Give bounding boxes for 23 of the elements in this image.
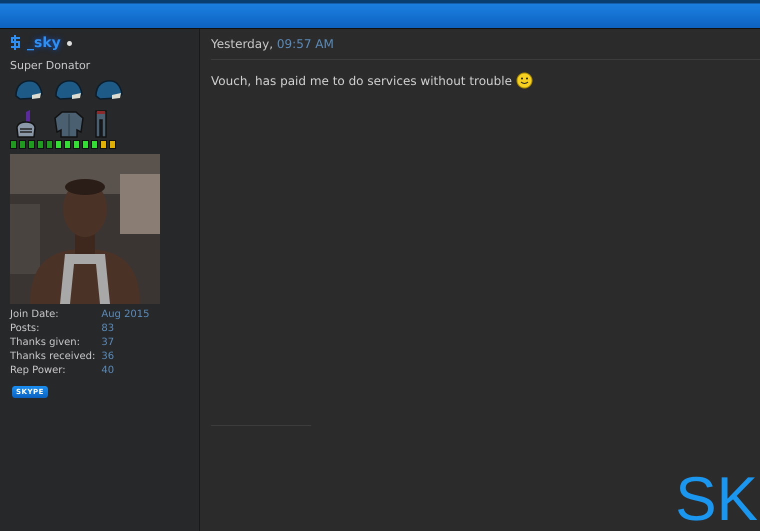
- leg-armor-icon: [94, 110, 108, 138]
- stat-value: 40: [101, 365, 116, 376]
- signature-logo: SK: [675, 469, 758, 531]
- stat-value: Aug 2015: [101, 309, 150, 320]
- stat-value: 37: [101, 337, 116, 348]
- armor-icon: [54, 110, 84, 138]
- stat-label: Thanks received:: [10, 351, 96, 362]
- hat-icon: [94, 78, 124, 102]
- stat-label: Join Date:: [10, 309, 60, 320]
- hat-icon: [54, 78, 84, 102]
- helmet-icon: [14, 110, 38, 138]
- stat-label: Rep Power:: [10, 365, 67, 376]
- hat-icon: [14, 78, 44, 102]
- stat-value: 36: [101, 351, 116, 362]
- dollar-icon: [10, 35, 21, 51]
- post-date: Yesterday, 09:57 AM: [211, 37, 760, 60]
- stat-label: Thanks given:: [10, 337, 81, 348]
- stat-label: Posts:: [10, 323, 41, 334]
- stat-value: 83: [101, 323, 116, 334]
- username-link[interactable]: _sky: [27, 35, 61, 51]
- post-message: Vouch, has paid me to do services without trouble: [211, 74, 512, 88]
- smiley-icon: [516, 72, 533, 89]
- user-rank-title: Super Donator: [10, 59, 92, 72]
